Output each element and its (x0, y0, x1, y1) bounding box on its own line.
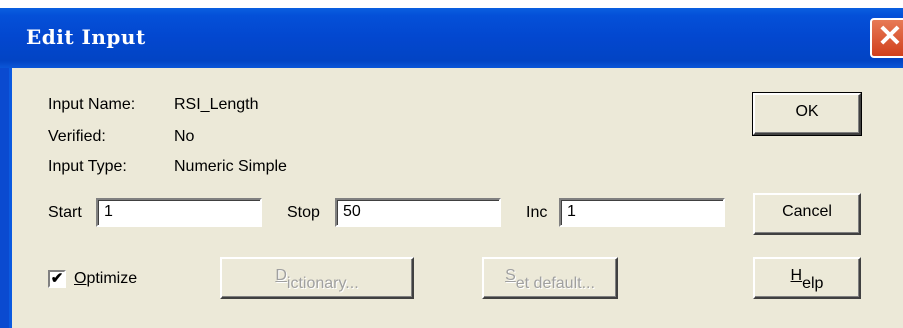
inc-input[interactable]: 1 (559, 198, 725, 227)
dictionary-button[interactable]: Dictionary... (220, 257, 414, 299)
help-mnemonic: H (790, 267, 803, 284)
dictionary-mnemonic: D (275, 267, 287, 284)
optimize-label-rest: ptimize (86, 270, 138, 287)
input-name-value: RSI_Length (174, 96, 259, 113)
cancel-label: Cancel (782, 203, 832, 220)
start-label: Start (48, 204, 82, 221)
help-label: elp (802, 275, 824, 292)
set-default-mnemonic: S (505, 267, 516, 284)
window-frame (0, 68, 9, 328)
help-button[interactable]: Help (753, 257, 861, 299)
ok-label: OK (795, 103, 819, 120)
close-icon: ✕ (877, 20, 903, 53)
verified-value: No (174, 128, 195, 145)
edit-input-dialog: Edit Input ✕ Input Name: RSI_Length Veri… (0, 0, 903, 328)
input-type-label: Input Type: (48, 158, 127, 175)
start-input[interactable]: 1 (96, 198, 262, 227)
optimize-label[interactable]: Optimize (74, 270, 137, 288)
optimize-mnemonic: O (74, 270, 87, 287)
checkmark-icon: ✔ (50, 270, 64, 287)
optimize-checkbox[interactable]: ✔ (48, 270, 66, 288)
ok-button[interactable]: OK (752, 92, 862, 136)
input-type-value: Numeric Simple (174, 158, 287, 175)
set-default-button[interactable]: Set default... (482, 257, 618, 299)
cancel-button[interactable]: Cancel (753, 193, 861, 235)
set-default-label: et default... (515, 275, 595, 292)
window-title: Edit Input (26, 25, 146, 49)
close-button[interactable]: ✕ (870, 18, 903, 58)
stop-label: Stop (287, 204, 320, 221)
inc-label: Inc (526, 204, 548, 221)
title-bar[interactable]: Edit Input ✕ (0, 8, 903, 68)
stop-input[interactable]: 50 (335, 198, 501, 227)
input-name-label: Input Name: (48, 96, 136, 113)
dictionary-label: ictionary... (286, 275, 359, 292)
verified-label: Verified: (48, 128, 106, 145)
